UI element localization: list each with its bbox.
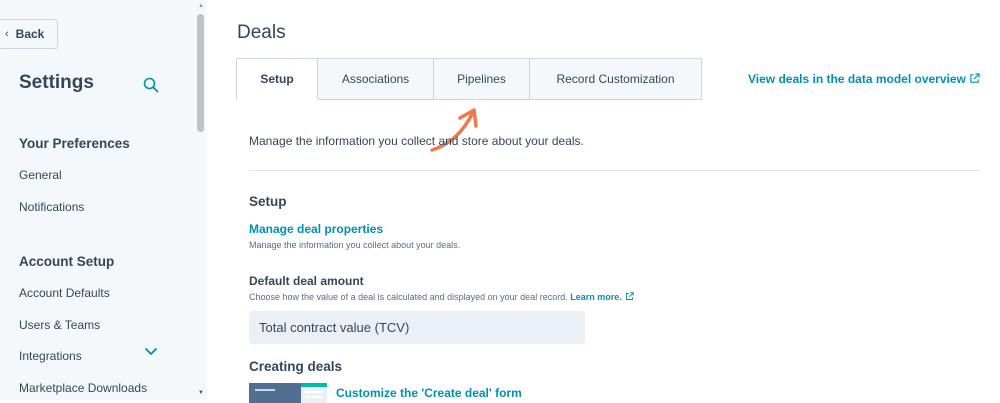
external-link-icon bbox=[625, 292, 634, 300]
sidebar-item-users-teams[interactable]: Users & Teams bbox=[19, 318, 100, 332]
sidebar-item-marketplace-downloads[interactable]: Marketplace Downloads bbox=[19, 381, 147, 395]
sidebar-item-account-defaults[interactable]: Account Defaults bbox=[19, 286, 110, 300]
external-link-icon bbox=[970, 73, 980, 83]
default-deal-amount-heading: Default deal amount bbox=[249, 274, 364, 288]
back-button-label: Back bbox=[15, 27, 45, 41]
chevron-down-icon[interactable] bbox=[145, 347, 157, 357]
intro-text: Manage the information you collect and s… bbox=[249, 134, 584, 148]
scroll-thumb[interactable] bbox=[197, 14, 204, 132]
section-heading-account-setup: Account Setup bbox=[19, 254, 115, 269]
sidebar-scrollbar[interactable]: ▲ ▼ bbox=[195, 0, 207, 400]
chevron-left-icon: ‹ bbox=[5, 28, 9, 40]
sidebar-title: Settings bbox=[19, 72, 94, 93]
form-preview-thumbnail bbox=[249, 383, 327, 403]
view-data-model-link-label: View deals in the data model overview bbox=[748, 72, 966, 86]
manage-deal-properties-description: Manage the information you collect about… bbox=[249, 240, 461, 250]
tab-bar: Setup Associations Pipelines Record Cust… bbox=[236, 58, 702, 100]
back-button[interactable]: ‹ Back bbox=[0, 19, 58, 49]
settings-sidebar: ‹ Back Settings Your Preferences General… bbox=[0, 0, 195, 400]
tab-setup[interactable]: Setup bbox=[236, 58, 318, 100]
annotation-arrow-icon bbox=[430, 108, 478, 152]
search-icon[interactable] bbox=[143, 77, 159, 93]
sidebar-item-notifications[interactable]: Notifications bbox=[19, 200, 84, 214]
setup-heading: Setup bbox=[249, 194, 287, 209]
sidebar-item-integrations[interactable]: Integrations bbox=[19, 349, 82, 363]
default-deal-amount-select[interactable]: Total contract value (TCV) bbox=[249, 311, 585, 344]
customize-create-deal-form-link[interactable]: Customize the 'Create deal' form bbox=[336, 386, 522, 400]
scroll-up-arrow-icon[interactable]: ▲ bbox=[198, 3, 204, 9]
learn-more-link[interactable]: Learn more. bbox=[570, 292, 622, 302]
creating-deals-heading: Creating deals bbox=[249, 359, 343, 374]
section-divider bbox=[249, 170, 980, 171]
scroll-down-arrow-icon[interactable]: ▼ bbox=[198, 390, 204, 396]
default-deal-amount-description: Choose how the value of a deal is calcul… bbox=[249, 292, 634, 302]
tab-record-customization[interactable]: Record Customization bbox=[530, 58, 702, 100]
default-deal-amount-description-text: Choose how the value of a deal is calcul… bbox=[249, 292, 568, 302]
section-heading-your-preferences: Your Preferences bbox=[19, 136, 130, 151]
view-data-model-link[interactable]: View deals in the data model overview bbox=[748, 72, 980, 86]
tab-pipelines[interactable]: Pipelines bbox=[434, 58, 530, 100]
tab-associations[interactable]: Associations bbox=[318, 58, 434, 100]
sidebar-item-general[interactable]: General bbox=[19, 168, 62, 182]
page-title: Deals bbox=[237, 22, 286, 43]
manage-deal-properties-link[interactable]: Manage deal properties bbox=[249, 222, 383, 236]
